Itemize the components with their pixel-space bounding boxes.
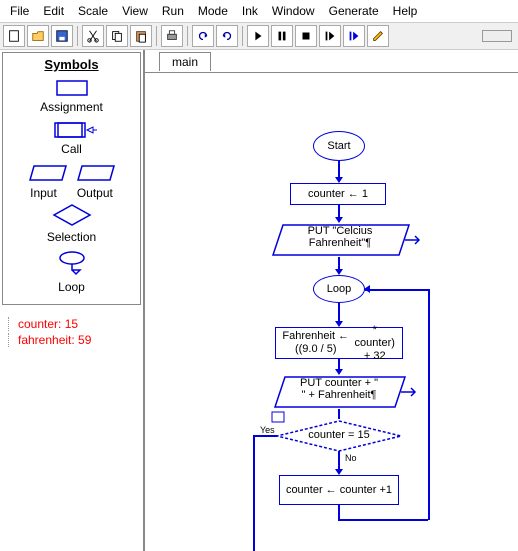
call-symbol[interactable]: [47, 120, 97, 140]
step-over-icon[interactable]: [343, 25, 365, 47]
save-icon[interactable]: [51, 25, 73, 47]
selection-symbol[interactable]: [50, 202, 94, 228]
play-icon[interactable]: [247, 25, 269, 47]
toolbar-handle: [482, 30, 512, 42]
cut-icon[interactable]: [82, 25, 104, 47]
step-icon[interactable]: [319, 25, 341, 47]
loop-label: Loop: [7, 280, 136, 294]
open-icon[interactable]: [27, 25, 49, 47]
selection-label: Selection: [7, 230, 136, 244]
pause-icon[interactable]: [271, 25, 293, 47]
tab-main[interactable]: main: [159, 52, 211, 71]
menu-ink[interactable]: Ink: [236, 2, 264, 20]
undo-icon[interactable]: [192, 25, 214, 47]
arrow: [428, 289, 430, 520]
output-label: Output: [77, 186, 113, 200]
output-text: PUT "CelciusFahrenheit"¶: [285, 225, 395, 249]
arrow: [253, 435, 255, 551]
menu-run[interactable]: Run: [156, 2, 190, 20]
call-label: Call: [7, 142, 136, 156]
menu-mode[interactable]: Mode: [192, 2, 234, 20]
loop-node[interactable]: Loop: [313, 275, 365, 303]
redo-icon[interactable]: [216, 25, 238, 47]
menu-edit[interactable]: Edit: [37, 2, 70, 20]
output-symbol[interactable]: [74, 162, 118, 184]
pencil-icon[interactable]: [367, 25, 389, 47]
menubar: File Edit Scale View Run Mode Ink Window…: [0, 0, 518, 22]
arrow: [338, 451, 340, 471]
assignment-node[interactable]: counter ← counter +1: [279, 475, 399, 505]
flowchart: Start counter ← 1 PUT "CelciusFahrenheit…: [145, 72, 518, 551]
paste-icon[interactable]: [130, 25, 152, 47]
menu-generate[interactable]: Generate: [323, 2, 385, 20]
output-text: PUT counter + "" + Fahrenheit¶: [287, 377, 391, 401]
assignment-label: Assignment: [7, 100, 136, 114]
new-icon[interactable]: [3, 25, 25, 47]
menu-view[interactable]: View: [116, 2, 154, 20]
toolbar: [0, 22, 518, 50]
variable-row: fahrenheit: 59: [8, 333, 135, 347]
menu-file[interactable]: File: [4, 2, 35, 20]
canvas[interactable]: main Start counter ← 1 PUT "CelciusFahre…: [145, 50, 518, 551]
input-label: Input: [30, 186, 57, 200]
symbols-panel: Symbols Assignment Call Input Output Sele…: [2, 52, 141, 305]
variable-row: counter: 15: [8, 317, 135, 331]
assignment-symbol[interactable]: [52, 78, 92, 98]
arrow: [338, 519, 428, 521]
stop-icon[interactable]: [295, 25, 317, 47]
arrow: [338, 303, 340, 323]
yes-label: Yes: [260, 425, 275, 435]
assignment-node[interactable]: Fahrenheit ← ((9.0 / 5)* counter) + 32: [275, 327, 403, 359]
print-icon[interactable]: [161, 25, 183, 47]
menu-help[interactable]: Help: [387, 2, 424, 20]
menu-window[interactable]: Window: [266, 2, 321, 20]
assignment-node[interactable]: counter ← 1: [290, 183, 386, 205]
copy-icon[interactable]: [106, 25, 128, 47]
input-symbol[interactable]: [26, 162, 70, 184]
arrow: [338, 409, 340, 419]
arrow: [338, 505, 340, 519]
variables-panel: counter: 15 fahrenheit: 59: [4, 311, 139, 353]
no-label: No: [345, 453, 357, 463]
arrow-head-icon: [364, 285, 370, 293]
arrow: [365, 289, 429, 291]
loop-symbol[interactable]: [50, 250, 94, 278]
start-node[interactable]: Start: [313, 131, 365, 161]
menu-scale[interactable]: Scale: [72, 2, 114, 20]
sidebar: Symbols Assignment Call Input Output Sele…: [0, 50, 145, 551]
arrow: [253, 435, 277, 437]
condition-text: counter = 15: [301, 429, 377, 441]
symbols-title: Symbols: [7, 57, 136, 72]
